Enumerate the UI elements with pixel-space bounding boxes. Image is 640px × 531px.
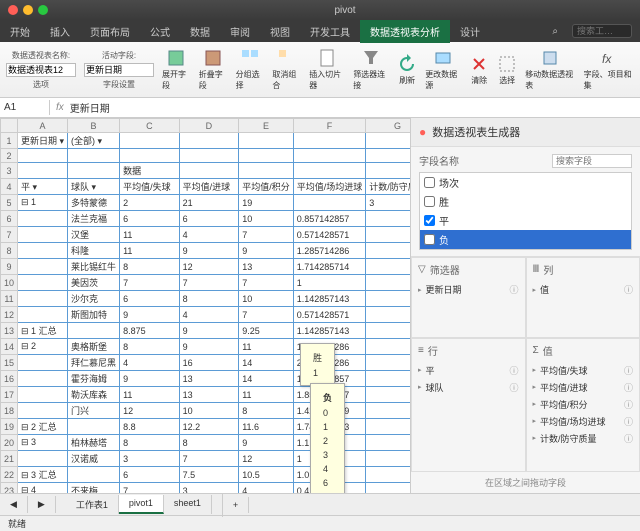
pane-title: 数据透视表生成器 — [432, 124, 520, 140]
status-bar: 就绪 — [0, 515, 640, 531]
worksheet[interactable]: ABCDEFGH1更新日期 ▾(全部) ▾23数据4平 ▾球队 ▾平均值/失球平… — [0, 118, 410, 493]
ribbon-tab[interactable]: 开发工具 — [300, 20, 360, 43]
pane-close-icon[interactable]: ● — [419, 125, 426, 139]
filter-conn-button[interactable]: 筛选器连接 — [353, 48, 389, 91]
svg-text:fx: fx — [602, 52, 612, 66]
field-item[interactable]: 负 — [420, 230, 631, 249]
sheet-tab[interactable]: 工作表1 — [66, 495, 119, 514]
columns-icon: Ⅲ — [533, 264, 540, 275]
document-title: pivot — [58, 5, 632, 16]
titlebar: pivot — [0, 0, 640, 20]
ribbon-tab[interactable]: 开始 — [0, 20, 40, 43]
sheet-tabs: ◀ ▶ 工作表1pivot1sheet1 + — [0, 493, 640, 515]
options-button[interactable]: 选项 — [33, 79, 49, 90]
rows-icon: ≡ — [418, 345, 424, 356]
expand-field-button[interactable]: 展开字段 — [162, 48, 191, 91]
field-checkbox[interactable] — [424, 196, 435, 207]
pivot-name-input[interactable] — [6, 63, 76, 77]
clear-button[interactable]: 清除 — [469, 54, 489, 86]
sheet-tab[interactable]: sheet1 — [164, 495, 212, 514]
ribbon-tab[interactable]: 数据 — [180, 20, 220, 43]
funnel-icon: ▽ — [418, 264, 426, 275]
field-list[interactable]: 场次胜平负 — [419, 172, 632, 250]
rows-area[interactable]: ≡行 平ⓘ球队ⓘ — [411, 338, 526, 473]
close-icon[interactable] — [8, 5, 18, 15]
group-button[interactable]: 分组选择 — [236, 48, 265, 91]
ribbon-tab[interactable]: 设计 — [450, 20, 490, 43]
tooltip-sheng: 胜1 — [300, 343, 335, 386]
ribbon-tab[interactable]: 数据透视表分析 — [360, 20, 450, 43]
sheet-nav-prev[interactable]: ◀ — [0, 496, 28, 513]
sigma-icon: Σ — [533, 345, 539, 356]
change-source-button[interactable]: 更改数据源 — [425, 48, 461, 91]
field-checkbox[interactable] — [424, 234, 435, 245]
move-pivot-button[interactable]: 移动数据透视表 — [525, 48, 575, 91]
filters-area[interactable]: ▽筛选器 更新日期ⓘ — [411, 257, 526, 338]
area-item[interactable]: 球队ⓘ — [418, 379, 519, 396]
fx-icon[interactable]: fx — [50, 102, 70, 113]
sheet-nav-next[interactable]: ▶ — [28, 496, 56, 513]
pivot-builder-pane: ● 数据透视表生成器 字段名称 场次胜平负 ▽筛选器 更新日期ⓘ Ⅲ列 值ⓘ ≡… — [410, 118, 640, 493]
area-item[interactable]: 更新日期ⓘ — [418, 281, 519, 298]
active-field-input[interactable] — [84, 63, 154, 77]
area-item[interactable]: 计数/防守质量ⓘ — [533, 430, 634, 447]
tooltip-fu: 负012346 — [310, 383, 345, 493]
field-settings-button[interactable]: 字段设置 — [103, 79, 135, 90]
pivot-name-label: 数据透视表名称: — [12, 50, 70, 61]
calc-field-button[interactable]: fx字段、项目和集 — [584, 48, 634, 91]
maximize-icon[interactable] — [38, 5, 48, 15]
sheet-tab[interactable]: pivot1 — [119, 495, 164, 514]
collapse-field-button[interactable]: 折叠字段 — [199, 48, 228, 91]
formula-content[interactable]: 更新日期 — [70, 100, 110, 115]
columns-area[interactable]: Ⅲ列 值ⓘ — [526, 257, 640, 338]
ribbon-tabs: 开始插入页面布局公式数据审阅视图开发工具数据透视表分析设计 ⌕ — [0, 20, 640, 42]
ribbon-tab[interactable]: 插入 — [40, 20, 80, 43]
field-checkbox[interactable] — [424, 215, 435, 226]
values-area[interactable]: Σ值 平均值/失球ⓘ平均值/进球ⓘ平均值/积分ⓘ平均值/场均进球ⓘ计数/防守质量… — [526, 338, 640, 473]
pane-footer: 在区域之间拖动字段 — [411, 472, 640, 493]
ungroup-button[interactable]: 取消组合 — [272, 48, 301, 91]
select-button[interactable]: 选择 — [497, 54, 517, 86]
active-field-label: 活动字段: — [102, 50, 136, 61]
field-checkbox[interactable] — [424, 177, 435, 188]
ribbon-tab[interactable]: 视图 — [260, 20, 300, 43]
fields-label: 字段名称 — [419, 153, 459, 168]
field-item[interactable]: 胜 — [420, 192, 631, 211]
name-box[interactable]: A1 — [0, 100, 50, 115]
ribbon-tab[interactable]: 页面布局 — [80, 20, 140, 43]
refresh-button[interactable]: 刷新 — [397, 54, 417, 86]
area-item[interactable]: 平均值/进球ⓘ — [533, 379, 634, 396]
area-item[interactable]: 平ⓘ — [418, 362, 519, 379]
minimize-icon[interactable] — [23, 5, 33, 15]
search-icon: ⌕ — [542, 22, 568, 41]
area-item[interactable]: 平均值/积分ⓘ — [533, 396, 634, 413]
window-controls — [8, 5, 48, 15]
field-item[interactable]: 平 — [420, 211, 631, 230]
area-item[interactable]: 值ⓘ — [533, 281, 634, 298]
ribbon-tab[interactable]: 审阅 — [220, 20, 260, 43]
search-input[interactable] — [572, 24, 632, 38]
field-item[interactable]: 场次 — [420, 173, 631, 192]
field-search-input[interactable] — [552, 154, 632, 168]
ribbon: 数据透视表名称: 选项 活动字段: 字段设置 展开字段 折叠字段 分组选择 取消… — [0, 42, 640, 98]
status-ready: 就绪 — [8, 517, 26, 530]
area-item[interactable]: 平均值/失球ⓘ — [533, 362, 634, 379]
insert-slicer-button[interactable]: 插入切片器 — [309, 48, 345, 91]
ribbon-tab[interactable]: 公式 — [140, 20, 180, 43]
formula-bar: A1 fx 更新日期 — [0, 98, 640, 118]
add-sheet-button[interactable]: + — [223, 497, 249, 513]
area-item[interactable]: 平均值/场均进球ⓘ — [533, 413, 634, 430]
